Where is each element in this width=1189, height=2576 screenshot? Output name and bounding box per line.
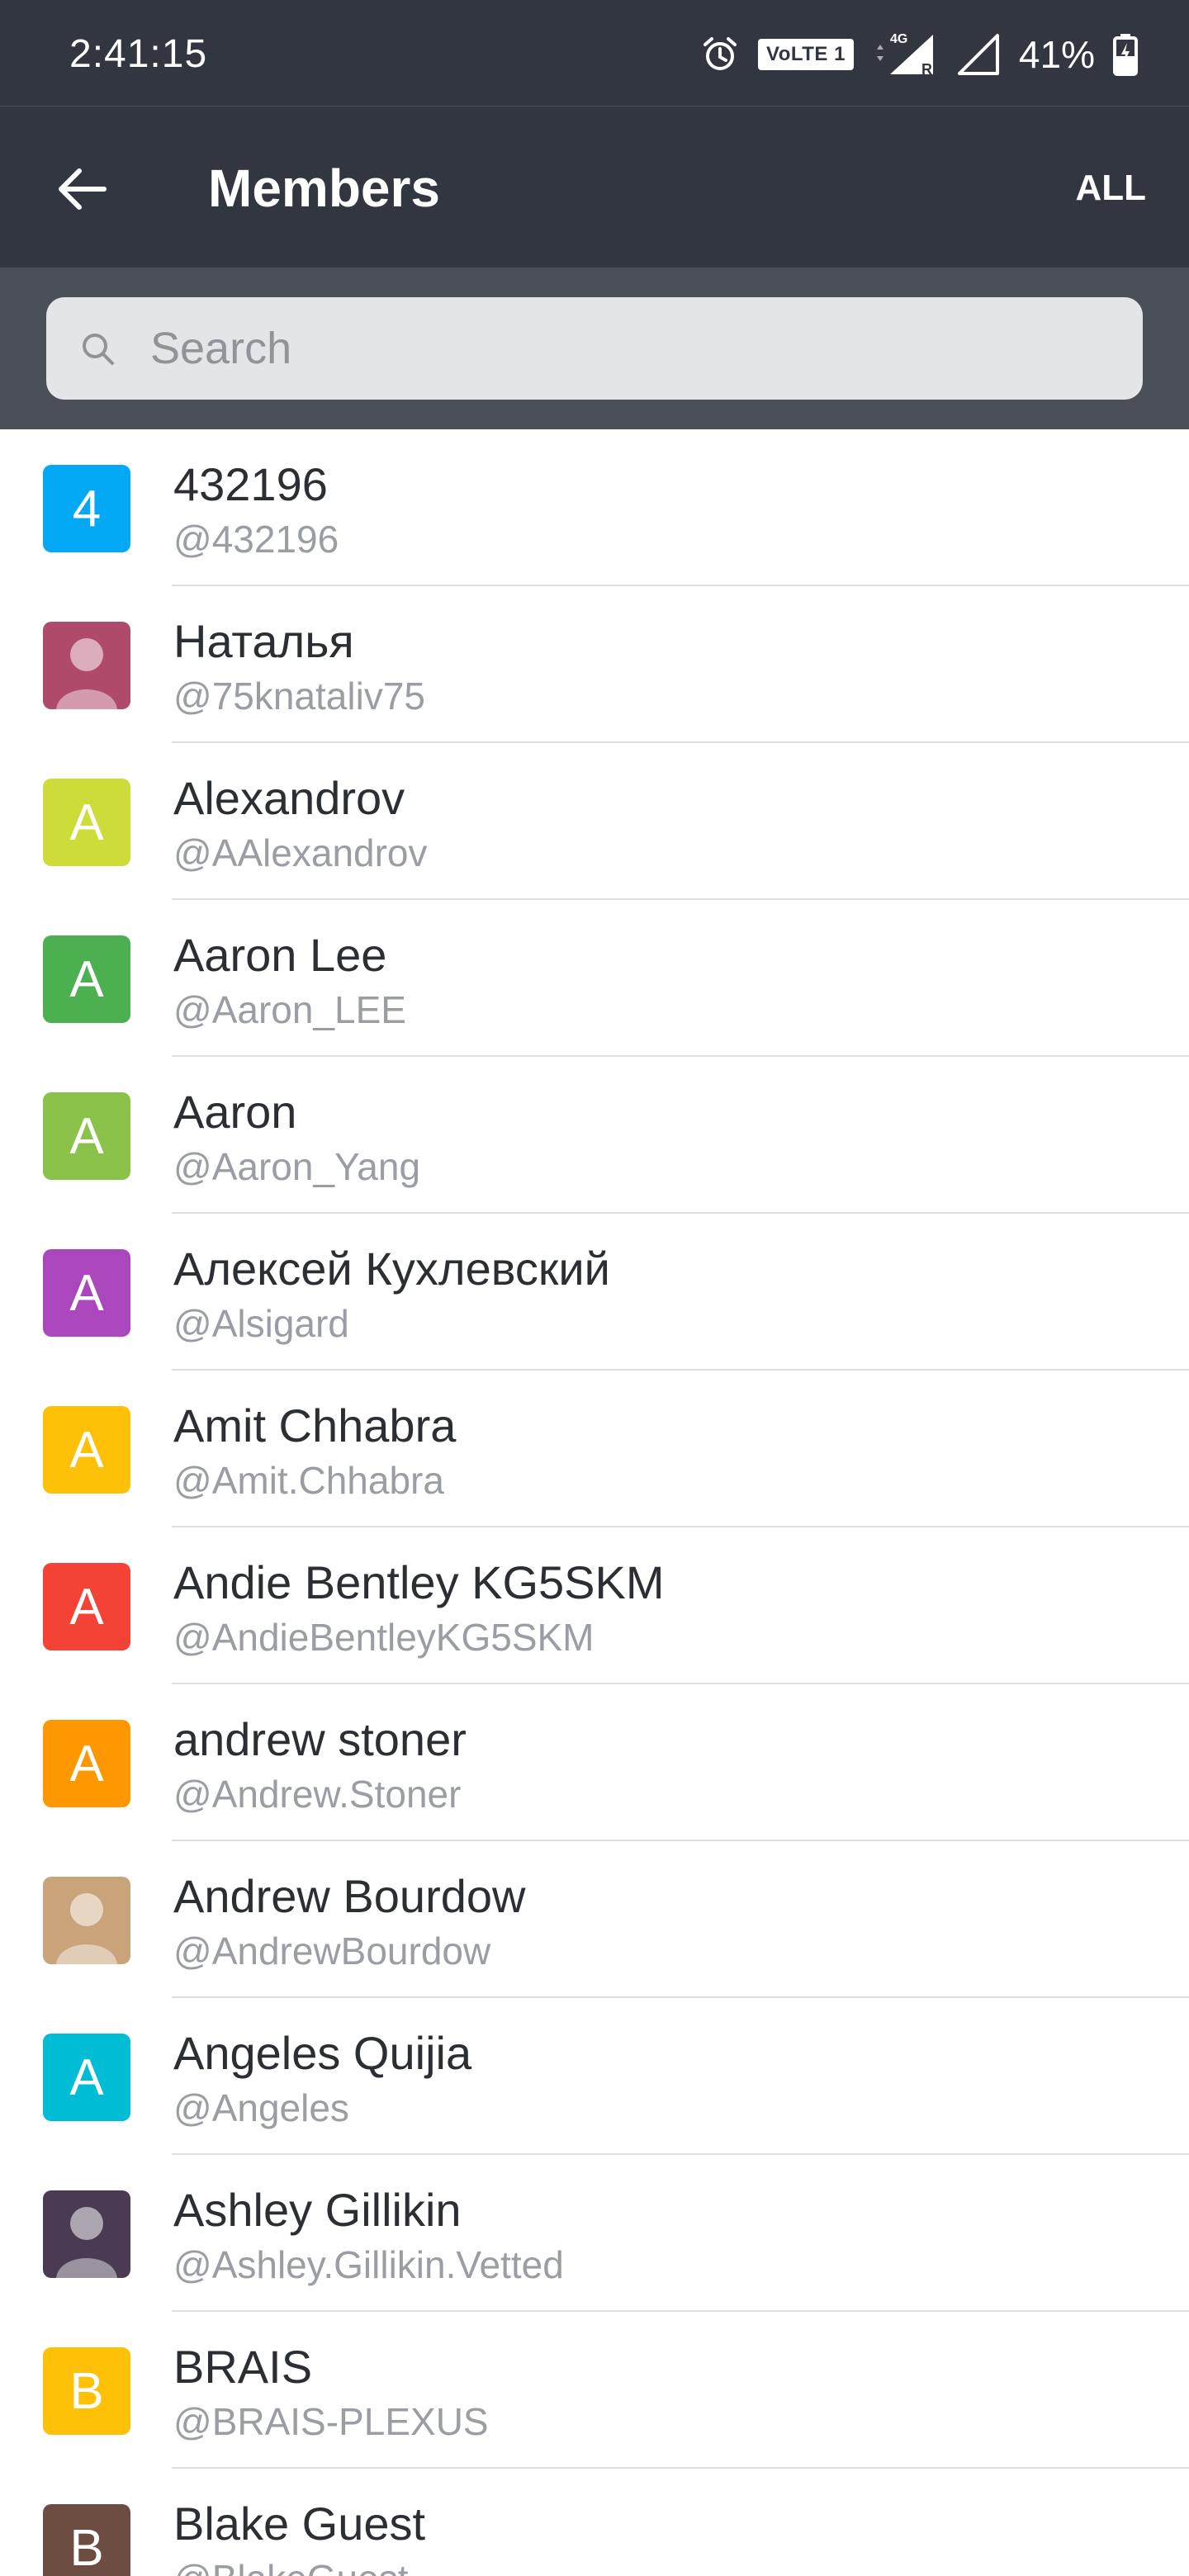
member-name: Andrew Bourdow (173, 1870, 526, 1922)
member-name: Наталья (173, 615, 354, 667)
app-bar: Members ALL (0, 106, 1189, 268)
member-row[interactable]: A Aaron @Aaron_Yang (0, 1057, 1189, 1214)
member-avatar: A (43, 1249, 130, 1337)
member-row[interactable]: Aandrew stoner @Andrew.Stoner (0, 1684, 1189, 1841)
sim2-signal-icon (957, 34, 999, 75)
member-avatar: B (43, 2504, 130, 2576)
member-list: 4 432196 @432196 Наталья @75knataliv75 A Alexa… (0, 429, 1189, 2576)
member-handle: @Andrew.Stoner (173, 1773, 462, 1816)
member-name: Angeles Quijia (173, 2027, 472, 2079)
member-name: andrew stoner (173, 1713, 467, 1765)
avatar-initial: B (69, 2519, 104, 2576)
avatar-initial: A (69, 1735, 104, 1792)
member-avatar-photo (43, 622, 130, 709)
member-handle: @Alsigard (173, 1302, 349, 1345)
member-handle: @AndieBentleyKG5SKM (173, 1616, 594, 1659)
member-row[interactable]: B BRAIS @BRAIS-PLEXUS (0, 2312, 1189, 2469)
member-avatar: A (43, 1092, 130, 1180)
member-row[interactable]: Ashley Gillikin @Ashley.Gillikin.Vetted (0, 2155, 1189, 2312)
member-name: Алексей Кухлевский (173, 1243, 610, 1295)
member-avatar: 4 (43, 465, 130, 552)
member-avatar: A (43, 1720, 130, 1807)
member-avatar: A (43, 779, 130, 866)
status-icons: VoLTE 1 4G R 41% (700, 28, 1138, 81)
member-avatar: A (43, 1406, 130, 1494)
member-handle: @AAlexandrov (173, 831, 428, 874)
member-avatar-photo (43, 2190, 130, 2278)
member-handle: @AndrewBourdow (173, 1930, 491, 1972)
member-avatar-photo (43, 1877, 130, 1964)
member-row[interactable]: 4 432196 @432196 (0, 429, 1189, 586)
filter-all-button[interactable]: ALL (1075, 168, 1146, 209)
member-handle: @75knataliv75 (173, 675, 425, 717)
avatar-photo-icon (56, 638, 117, 709)
member-name: Amit Chhabra (173, 1399, 457, 1451)
avatar-initial: A (69, 793, 104, 851)
member-avatar: A (43, 2034, 130, 2121)
avatar-initial: A (69, 1578, 104, 1636)
avatar-photo-icon (56, 1893, 117, 1964)
member-row[interactable]: A Andie Bentley KG5SKM @AndieBentleyKG5SKM (0, 1527, 1189, 1684)
member-handle: @BlakeGuest (173, 2556, 409, 2576)
avatar-initial: A (69, 1264, 104, 1322)
member-avatar: A (43, 1563, 130, 1650)
member-row[interactable]: A Alexandrov @AAlexandrov (0, 743, 1189, 900)
member-name: Aaron (173, 1086, 297, 1138)
member-handle: @BRAIS-PLEXUS (173, 2400, 489, 2443)
status-bar: 2:41:15 VoLTE 1 4G R 41% (0, 0, 1189, 106)
avatar-initial: A (69, 2048, 104, 2106)
member-row[interactable]: B Blake Guest @BlakeGuest (0, 2469, 1189, 2576)
search-bar-container (0, 268, 1189, 429)
back-button[interactable] (41, 156, 124, 222)
member-handle: @Aaron_Yang (173, 1145, 421, 1188)
avatar-initial: A (69, 1421, 104, 1479)
avatar-initial: B (69, 2362, 104, 2420)
member-handle: @Ashley.Gillikin.Vetted (173, 2243, 564, 2286)
network-type-label: 4G (890, 32, 907, 46)
avatar-initial: A (69, 950, 104, 1008)
search-input[interactable] (150, 297, 1108, 400)
battery-percent: 41% (1018, 33, 1095, 76)
member-name: Blake Guest (173, 2498, 426, 2550)
member-name: Ashley Gillikin (173, 2184, 462, 2236)
member-name: 432196 (173, 458, 328, 510)
member-name: BRAIS (173, 2341, 313, 2393)
battery-icon (1113, 34, 1138, 76)
search-icon (83, 334, 114, 365)
member-row[interactable]: Наталья @75knataliv75 (0, 586, 1189, 743)
member-handle: @432196 (173, 518, 339, 561)
mobile-signal-icon: 4G R (876, 32, 933, 78)
member-row[interactable]: A Алексей Кухлевский @Alsigard (0, 1214, 1189, 1371)
member-handle: @Aaron_LEE (173, 988, 406, 1031)
member-row[interactable]: Andrew Bourdow @AndrewBourdow (0, 1841, 1189, 1998)
alarm-icon (703, 37, 737, 70)
member-row[interactable]: A Aaron Lee @Aaron_LEE (0, 900, 1189, 1057)
member-avatar: A (43, 935, 130, 1023)
avatar-photo-icon (56, 2207, 117, 2278)
member-row[interactable]: A Angeles Quijia @Angeles (0, 1998, 1189, 2155)
member-name: Aaron Lee (173, 929, 387, 981)
member-avatar: B (43, 2347, 130, 2435)
member-row[interactable]: A Amit Chhabra @Amit.Chhabra (0, 1371, 1189, 1527)
member-name: Andie Bentley KG5SKM (173, 1556, 665, 1608)
member-handle: @Amit.Chhabra (173, 1459, 444, 1502)
avatar-initial: A (69, 1107, 104, 1165)
status-time: 2:41:15 (69, 32, 208, 76)
back-arrow-icon (59, 168, 107, 210)
page-title: Members (208, 159, 440, 218)
member-name: Alexandrov (173, 772, 405, 824)
search-box[interactable] (46, 297, 1143, 400)
avatar-initial: 4 (72, 480, 102, 537)
roaming-label: R (921, 61, 932, 78)
volte-badge: VoLTE 1 (757, 39, 854, 70)
member-handle: @Angeles (173, 2086, 349, 2129)
